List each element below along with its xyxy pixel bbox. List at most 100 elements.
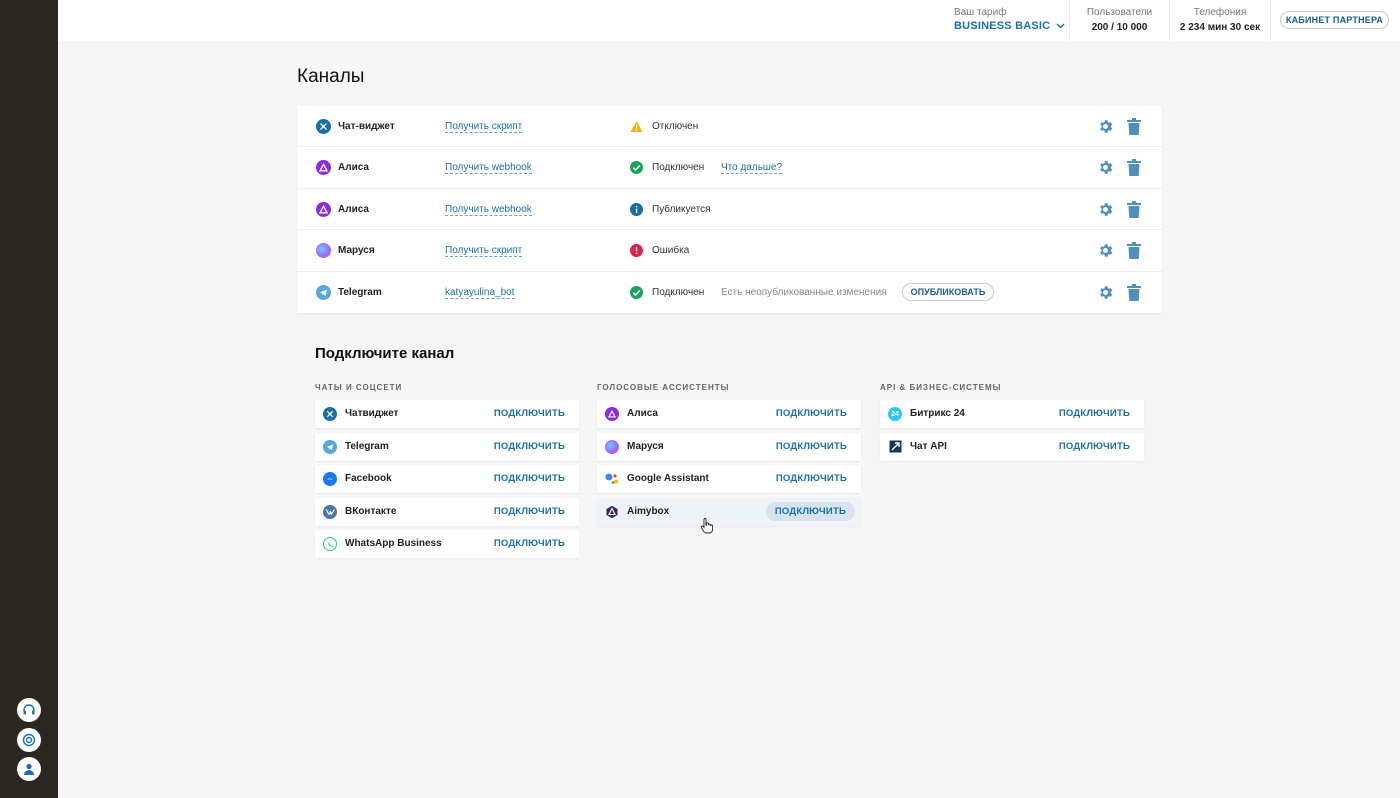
settings-gear-icon[interactable] [1097,201,1114,218]
get-script-link[interactable]: Получить скрипт [445,121,523,133]
info-circle-icon [630,202,643,216]
phone-label: Телефония [1193,7,1247,18]
connect-card-aimybox[interactable]: Aimybox ПОДКЛЮЧИТЬ [597,497,861,526]
delete-trash-icon[interactable] [1127,242,1141,260]
tariff-label: Ваш тариф [954,7,1007,18]
connect-button[interactable]: ПОДКЛЮЧИТЬ [494,506,565,517]
card-name: Aimybox [627,505,670,517]
whats-next-link[interactable]: Что дальше? [721,162,783,175]
alice-icon [316,201,331,217]
column-heading-api: API & БИЗНЕС-СИСТЕМЫ [880,383,1002,392]
get-webhook-link[interactable]: Получить webhook [445,204,532,216]
sidebar [0,0,58,798]
connect-card-vkontakte[interactable]: ВКонтакте ПОДКЛЮЧИТЬ [315,497,579,526]
aimybox-icon [605,505,619,519]
headset-icon [23,704,35,715]
divider [1069,0,1070,41]
connect-card-bitrix24[interactable]: 24 Битрикс 24 ПОДКЛЮЧИТЬ [880,400,1144,428]
delete-trash-icon[interactable] [1127,118,1141,135]
card-name: WhatsApp Business [345,538,442,549]
connect-card-telegram[interactable]: Telegram ПОДКЛЮЧИТЬ [315,432,579,461]
divider [1270,0,1271,41]
google-assistant-icon [605,472,619,486]
chat-widget-icon [316,119,331,134]
column-heading-chats: ЧАТЫ И СОЦСЕТИ [315,383,403,392]
channel-status: Ошибка [652,245,690,257]
channel-status: Подключен [652,286,705,298]
error-circle-icon [630,244,643,258]
connect-button[interactable]: ПОДКЛЮЧИТЬ [1059,441,1130,452]
connect-button[interactable]: ПОДКЛЮЧИТЬ [776,441,847,452]
delete-trash-icon[interactable] [1127,159,1141,177]
marusya-icon [316,243,331,259]
vk-icon [323,504,337,519]
connect-button[interactable]: ПОДКЛЮЧИТЬ [776,408,847,419]
alice-icon [316,160,331,176]
settings-gear-icon[interactable] [1097,159,1114,176]
tariff-selector[interactable]: Ваш тариф BUSINESS BASIC [954,7,1065,32]
channel-name: Чат-виджет [338,121,395,132]
channel-name: Telegram [338,286,382,298]
delete-trash-icon[interactable] [1127,283,1141,301]
connect-button[interactable]: ПОДКЛЮЧИТЬ [776,473,847,484]
card-name: ВКонтакте [345,505,397,517]
connect-card-chat-api[interactable]: Чат API ПОДКЛЮЧИТЬ [880,432,1144,461]
users-value: 200 / 10 000 [1091,22,1148,33]
card-name: Чатвиджет [345,408,399,419]
page-title: Каналы [297,66,365,87]
card-name: Facebook [345,473,392,484]
help-lifebuoy-button[interactable] [17,728,41,752]
bot-link[interactable]: katyayulina_bot [445,287,515,299]
partner-cabinet-button[interactable]: КАБИНЕТ ПАРТНЕРА [1280,11,1389,29]
connect-button[interactable]: ПОДКЛЮЧИТЬ [494,473,565,484]
connect-card-marusya[interactable]: Маруся ПОДКЛЮЧИТЬ [597,432,861,461]
connect-card-whatsapp[interactable]: WhatsApp Business ПОДКЛЮЧИТЬ [315,530,579,558]
messenger-icon [323,472,337,486]
delete-trash-icon[interactable] [1127,200,1141,218]
connect-button[interactable]: ПОДКЛЮЧИТЬ [765,501,855,521]
connect-section-title: Подключите канал [315,345,455,362]
channel-status: Отключен [652,121,699,132]
check-circle-icon [630,285,643,299]
bitrix24-icon: 24 [888,407,902,421]
voice-assistants-column: Алиса ПОДКЛЮЧИТЬ Маруся ПОДКЛЮЧИТЬ Googl… [597,400,861,530]
card-name: Чат API [910,440,947,452]
users-label: Пользователи [1086,7,1153,18]
channel-row: Алиса Получить webhook Подключен Что дал… [297,147,1162,189]
connect-card-alice[interactable]: Алиса ПОДКЛЮЧИТЬ [597,400,861,428]
card-name: Битрикс 24 [910,408,965,419]
users-stat: Пользователи 200 / 10 000 [1082,7,1157,33]
card-name: Маруся [627,440,664,452]
connect-button[interactable]: ПОДКЛЮЧИТЬ [494,408,565,419]
phone-stat: Телефония 2 234 мин 30 сек [1176,7,1264,33]
settings-gear-icon[interactable] [1097,242,1114,259]
profile-button[interactable] [17,757,41,781]
chats-column: Чатвиджет ПОДКЛЮЧИТЬ Telegram ПОДКЛЮЧИТЬ… [315,400,579,563]
user-icon [24,763,34,775]
channel-status: Подключен [652,162,705,174]
whatsapp-icon [323,537,337,551]
channel-row: Маруся Получить скрипт Ошибка [297,230,1162,272]
support-headset-button[interactable] [17,698,41,722]
telegram-icon [316,284,331,300]
connect-button[interactable]: ПОДКЛЮЧИТЬ [494,538,565,549]
connect-button[interactable]: ПОДКЛЮЧИТЬ [1059,408,1130,419]
publish-button[interactable]: ОПУБЛИКОВАТЬ [902,282,994,301]
get-script-link[interactable]: Получить скрипт [445,245,523,258]
divider [1169,0,1170,41]
connect-card-google-assistant[interactable]: Google Assistant ПОДКЛЮЧИТЬ [597,465,861,493]
phone-value: 2 234 мин 30 сек [1179,22,1261,33]
column-heading-voice: ГОЛОСОВЫЕ АССИСТЕНТЫ [597,383,730,392]
channel-status: Публикуется [652,203,711,215]
settings-gear-icon[interactable] [1097,118,1114,135]
card-name: Google Assistant [627,473,709,484]
unpublished-changes-note: Есть неопубликованные изменения [721,286,887,298]
channel-row: Чат-виджет Получить скрипт Отключен [297,106,1162,148]
channel-name: Алиса [338,162,369,174]
hand-cursor-icon [700,518,713,534]
connect-card-chatwidget[interactable]: Чатвиджет ПОДКЛЮЧИТЬ [315,400,579,428]
connect-card-facebook[interactable]: Facebook ПОДКЛЮЧИТЬ [315,465,579,493]
connect-button[interactable]: ПОДКЛЮЧИТЬ [494,441,565,452]
get-webhook-link[interactable]: Получить webhook [445,162,532,175]
settings-gear-icon[interactable] [1097,284,1114,301]
